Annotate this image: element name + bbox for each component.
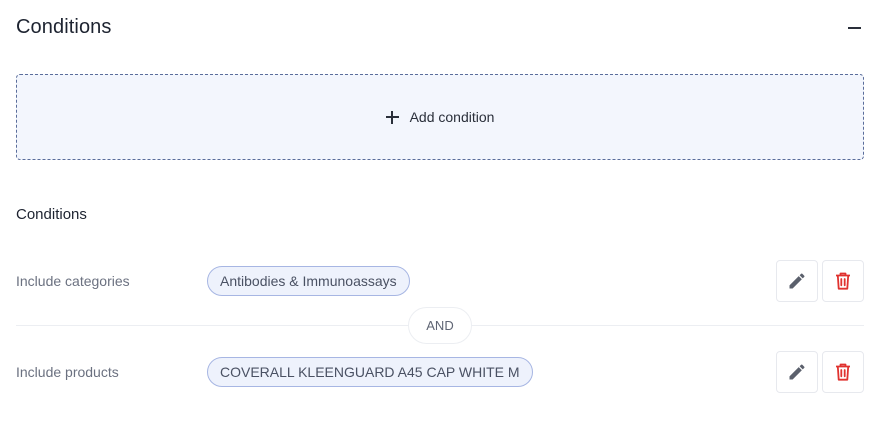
condition-chip-categories: Antibodies & Immunoassays: [207, 266, 410, 296]
panel-title: Conditions: [16, 16, 112, 38]
add-condition-button[interactable]: Add condition: [16, 74, 864, 160]
condition-label-categories: Include categories: [16, 273, 130, 289]
pencil-icon: [789, 364, 805, 380]
delete-condition-button[interactable]: [822, 260, 864, 302]
add-condition-label: Add condition: [409, 109, 495, 125]
delete-condition-button[interactable]: [822, 351, 864, 393]
edit-condition-button[interactable]: [776, 260, 818, 302]
operator-badge: AND: [408, 307, 472, 344]
add-condition-content: Add condition: [385, 109, 495, 125]
trash-icon: [836, 272, 850, 290]
condition-label-products: Include products: [16, 364, 119, 380]
plus-icon: [385, 110, 399, 124]
trash-icon: [836, 363, 850, 381]
collapse-button[interactable]: [840, 14, 868, 42]
minus-icon: [847, 27, 861, 29]
edit-condition-button[interactable]: [776, 351, 818, 393]
conditions-section-title: Conditions: [16, 206, 87, 223]
pencil-icon: [789, 273, 805, 289]
condition-chip-products: COVERALL KLEENGUARD A45 CAP WHITE M: [207, 357, 533, 387]
conditions-panel: Conditions Add condition Conditions Incl…: [0, 0, 880, 425]
